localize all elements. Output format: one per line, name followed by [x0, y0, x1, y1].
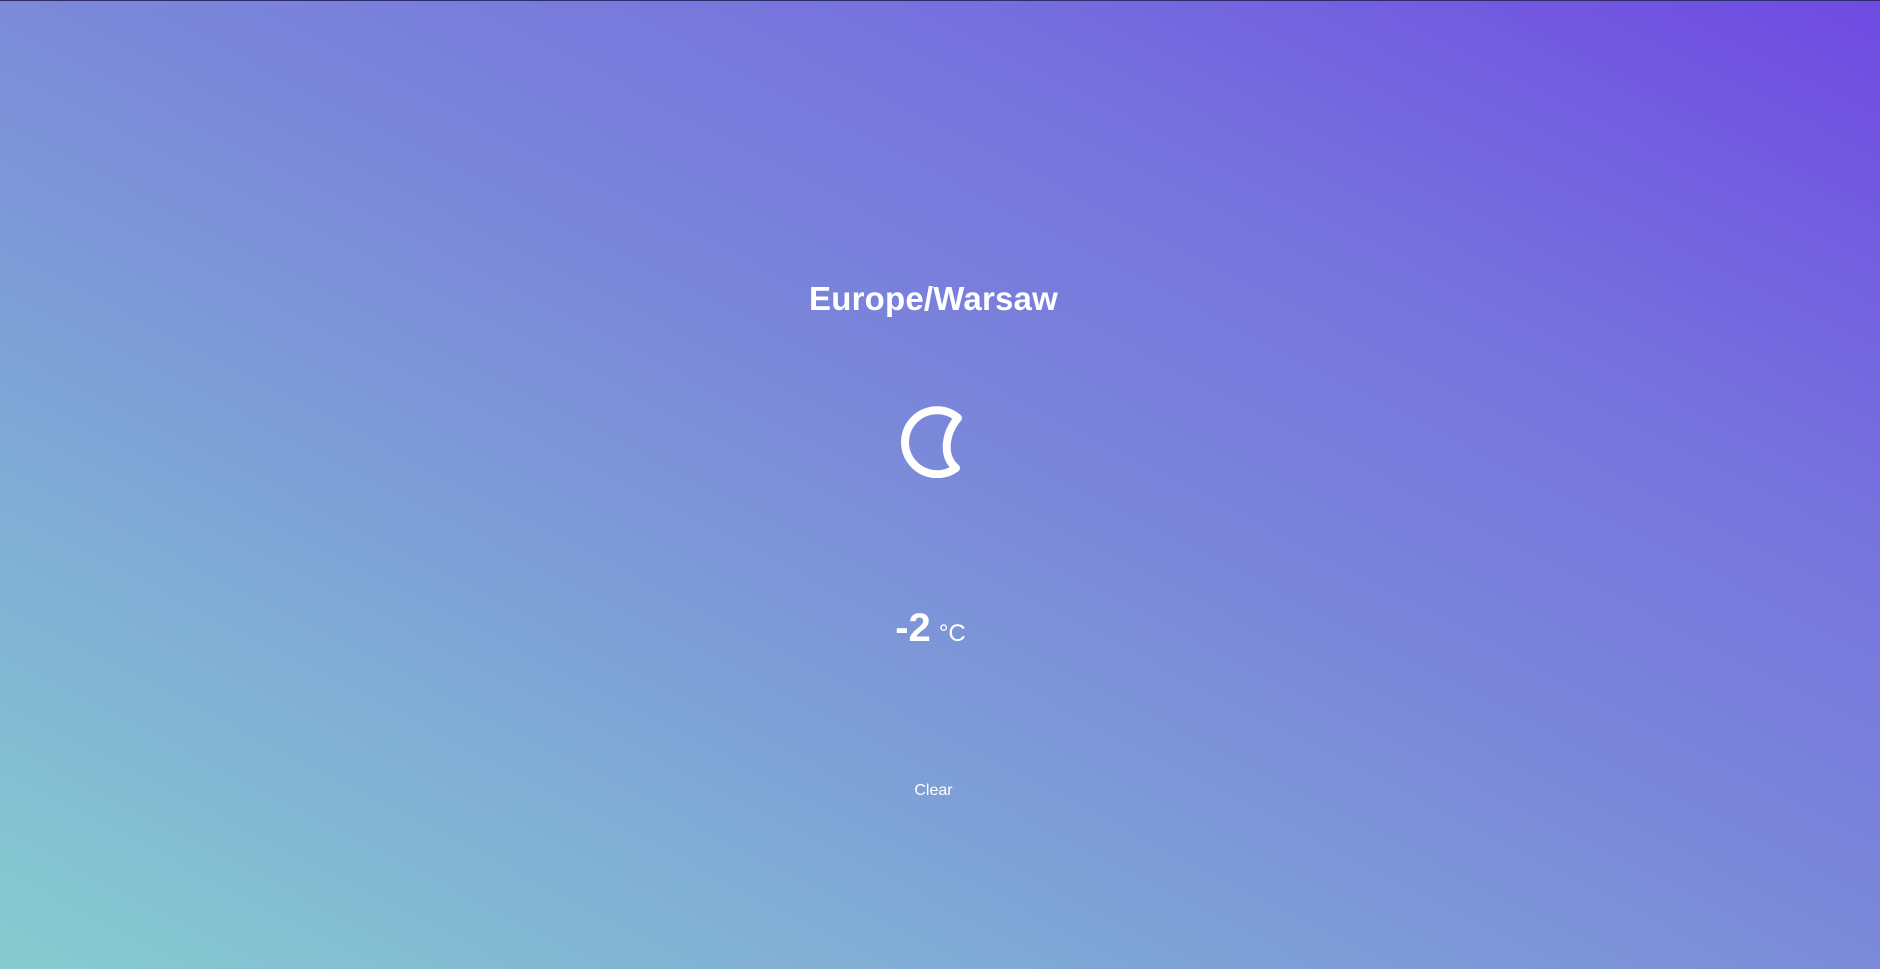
- temperature-value: -2: [895, 606, 931, 650]
- weather-card: Europe/Warsaw -2 °C Clear: [0, 0, 1880, 969]
- moon-icon: [888, 398, 968, 479]
- moon-icon-graphic: [901, 406, 962, 479]
- temperature-display: -2 °C: [0, 606, 1861, 651]
- location-title: Europe/Warsaw: [809, 280, 1058, 318]
- temperature-unit: °C: [938, 620, 966, 647]
- weather-condition: Clear: [914, 782, 953, 799]
